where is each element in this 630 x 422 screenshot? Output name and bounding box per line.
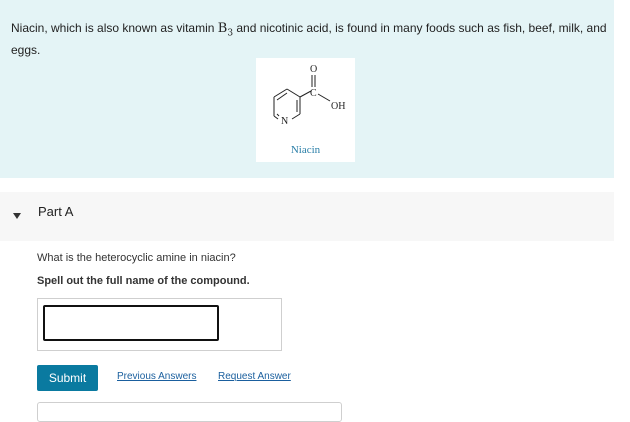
atom-o: O — [310, 64, 317, 75]
submit-button[interactable]: Submit — [37, 365, 98, 391]
molecule-label: Niacin — [290, 144, 321, 156]
instruction-text: Spell out the full name of the compound. — [37, 275, 250, 287]
part-a-title: Part A — [38, 204, 74, 219]
answer-input[interactable] — [43, 305, 219, 341]
vitamin-name: B3 — [217, 21, 234, 39]
atom-c: C — [310, 88, 317, 99]
intro-panel: Niacin, which is also known as vitamin B… — [0, 0, 614, 178]
answer-container — [37, 298, 282, 351]
previous-answers-link[interactable]: Previous Answers — [117, 371, 196, 382]
feedback-panel — [37, 402, 342, 422]
question-text: What is the heterocyclic amine in niacin… — [37, 252, 236, 264]
atom-oh: OH — [331, 101, 345, 112]
request-answer-link[interactable]: Request Answer — [218, 371, 291, 382]
niacin-structure-icon: O C OH N — [273, 64, 345, 127]
molecule-figure: O C OH N Niacin — [256, 58, 355, 162]
caret-down-icon[interactable] — [13, 213, 21, 219]
atom-n: N — [281, 116, 288, 127]
intro-text: Niacin, which is also known as vitamin B… — [11, 21, 607, 57]
part-a-header[interactable]: Part A — [0, 192, 614, 241]
